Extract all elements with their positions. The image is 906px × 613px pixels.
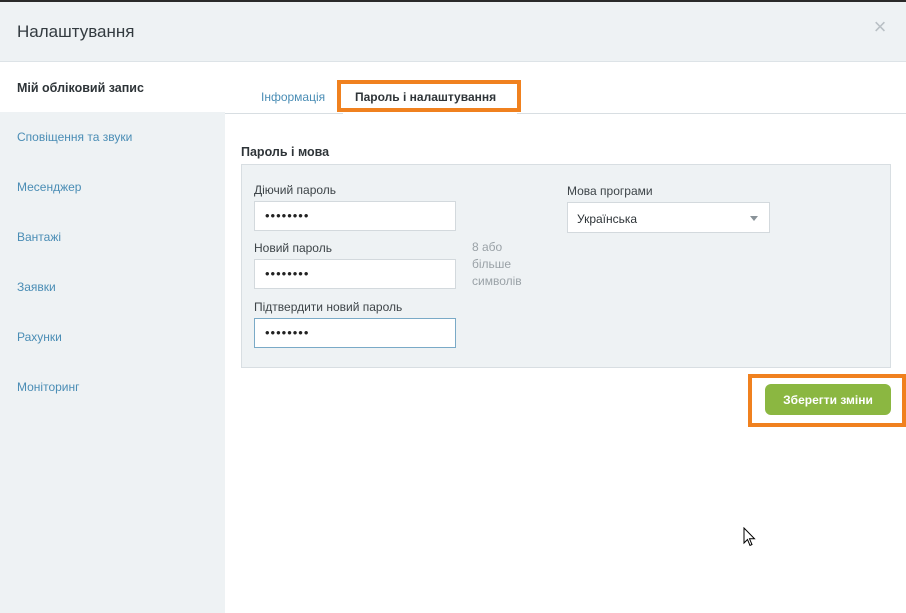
settings-sidebar: Мій обліковий запис Сповіщення та звуки … xyxy=(0,62,225,613)
password-language-panel: Діючий пароль •••••••• Новий пароль ••••… xyxy=(241,164,891,368)
modal-title: Налаштування xyxy=(17,22,135,41)
current-password-label: Діючий пароль xyxy=(254,183,337,197)
sidebar-item-label: Заявки xyxy=(17,280,56,294)
sidebar-item-monitoring[interactable]: Моніторинг xyxy=(0,362,225,412)
sidebar-item-messenger[interactable]: Месенджер xyxy=(0,162,225,212)
sidebar-item-label: Сповіщення та звуки xyxy=(17,130,133,144)
save-button-label: Зберегти зміни xyxy=(783,393,873,407)
tab-label: Інформація xyxy=(261,90,326,104)
chevron-down-icon xyxy=(750,216,758,221)
mouse-cursor-icon xyxy=(743,527,756,547)
modal-header: Налаштування × xyxy=(0,2,906,62)
current-password-input[interactable]: •••••••• xyxy=(254,201,456,231)
sidebar-item-label: Вантажі xyxy=(17,230,62,244)
sidebar-item-label: Рахунки xyxy=(17,330,62,344)
sidebar-item-invoices[interactable]: Рахунки xyxy=(0,312,225,362)
sidebar-item-label: Мій обліковий запис xyxy=(17,81,144,95)
save-button[interactable]: Зберегти зміни xyxy=(765,384,891,415)
new-password-label: Новий пароль xyxy=(254,241,332,255)
settings-modal: Налаштування × Мій обліковий запис Спові… xyxy=(0,2,906,613)
confirm-password-input[interactable]: •••••••• xyxy=(254,318,456,348)
new-password-input[interactable]: •••••••• xyxy=(254,259,456,289)
close-icon[interactable]: × xyxy=(872,16,888,38)
language-label: Мова програми xyxy=(567,184,653,198)
tab-bar: Інформація Пароль і налаштування xyxy=(225,62,906,114)
tab-label: Пароль і налаштування xyxy=(355,90,497,104)
sidebar-item-label: Моніторинг xyxy=(17,380,80,394)
confirm-password-label: Підтвердити новий пароль xyxy=(254,300,403,314)
language-select-value: Українська xyxy=(577,212,638,226)
tab-password-settings[interactable]: Пароль і налаштування xyxy=(343,88,517,114)
language-select[interactable]: Українська xyxy=(567,202,770,233)
sidebar-item-my-account[interactable]: Мій обліковий запис xyxy=(0,62,225,112)
sidebar-item-requests[interactable]: Заявки xyxy=(0,262,225,312)
settings-content: Інформація Пароль і налаштування Пароль … xyxy=(225,62,906,613)
password-hint: 8 або більше символів xyxy=(472,240,522,288)
sidebar-item-notifications[interactable]: Сповіщення та звуки xyxy=(0,112,225,162)
sidebar-item-label: Месенджер xyxy=(17,180,82,194)
section-title: Пароль і мова xyxy=(241,145,330,159)
sidebar-item-cargo[interactable]: Вантажі xyxy=(0,212,225,262)
